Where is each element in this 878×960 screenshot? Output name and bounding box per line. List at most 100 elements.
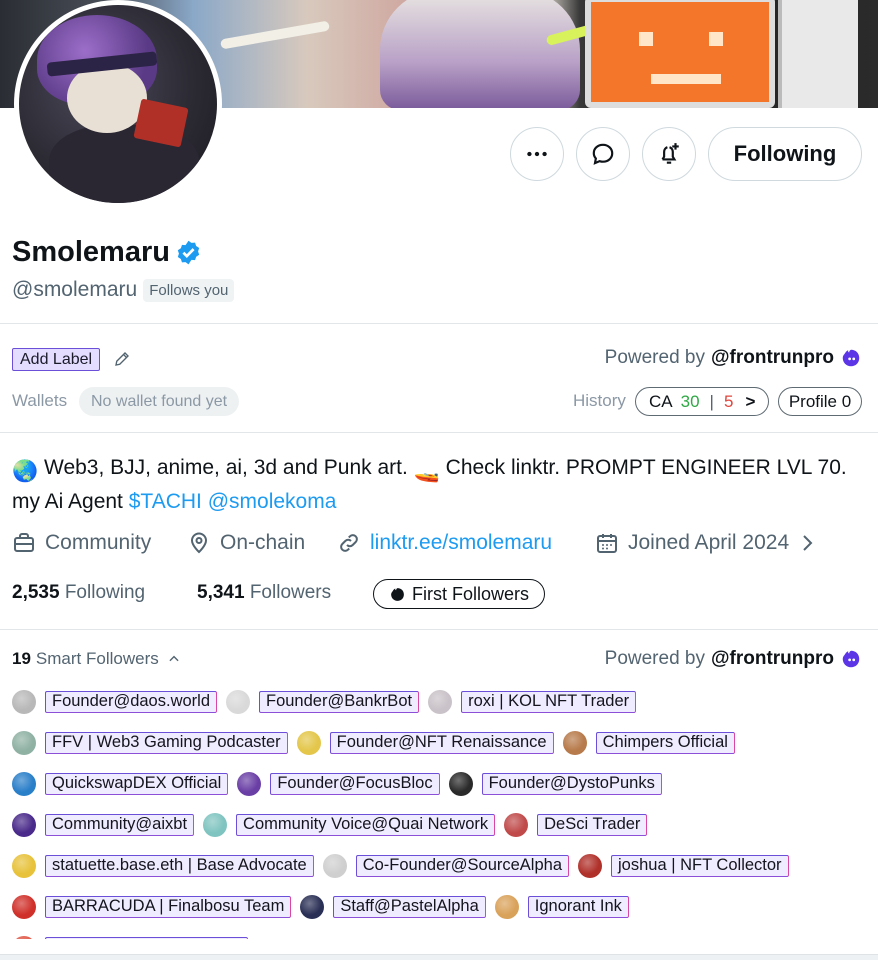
mention-link[interactable]: @smolekoma	[208, 490, 337, 513]
smart-follower-avatar[interactable]	[12, 730, 36, 755]
smart-follower-avatar[interactable]	[494, 894, 519, 919]
smart-follower-avatar[interactable]	[226, 689, 250, 714]
smart-follower-avatar[interactable]	[578, 853, 602, 878]
smart-followers-count: 19	[12, 649, 31, 668]
smart-follower-tag[interactable]: Chimpers Official	[595, 731, 735, 754]
smart-follower-avatar[interactable]	[428, 689, 453, 714]
smart-follower-tag[interactable]: Misterbot | Logo Designer	[45, 936, 248, 939]
location-text: On-chain	[220, 531, 306, 554]
smart-follower-tag[interactable]: Community@aixbt	[45, 813, 195, 836]
smart-follower-avatar[interactable]	[322, 853, 347, 878]
smart-follower-tag[interactable]: DeSci Trader	[537, 813, 648, 836]
smart-follower-avatar[interactable]	[504, 812, 529, 837]
smart-followers-toggle[interactable]: 19 Smart Followers	[12, 649, 181, 669]
powered-by-frontrun[interactable]: Powered by @frontrunpro	[605, 347, 862, 369]
powered-by-frontrun[interactable]: Powered by @frontrunpro	[605, 648, 862, 670]
smart-follower-tag[interactable]: Founder@daos.world	[45, 690, 217, 713]
smart-follower-item[interactable]: joshua | NFT Collector	[578, 853, 789, 878]
smart-follower-item[interactable]: statuette.base.eth | Base Advocate	[12, 853, 314, 878]
smart-follower-tag[interactable]: joshua | NFT Collector	[611, 854, 789, 877]
message-bubble-icon	[592, 143, 614, 165]
smart-follower-row: Community@aixbt Community Voice@Quai Netw…	[12, 804, 872, 845]
smart-follower-avatar[interactable]	[12, 771, 36, 796]
smart-follower-item[interactable]: Founder@daos.world	[12, 689, 217, 714]
profile-avatar[interactable]	[14, 0, 222, 208]
smart-follower-tag[interactable]: BARRACUDA | Finalbosu Team	[45, 895, 292, 918]
smart-follower-avatar[interactable]	[562, 730, 587, 755]
smart-follower-row: FFV | Web3 Gaming Podcaster Founder@NFT R…	[12, 722, 872, 763]
smart-follower-item[interactable]: QuickswapDEX Official	[12, 771, 229, 796]
name-row: Smolemaru	[12, 236, 202, 269]
smart-follower-avatar[interactable]	[12, 689, 36, 714]
following-button[interactable]: Following	[708, 127, 862, 181]
smart-follower-avatar[interactable]	[12, 935, 36, 939]
smart-follower-item[interactable]: Co-Founder@SourceAlpha	[322, 853, 569, 878]
smart-follower-tag[interactable]: Founder@FocusBloc	[270, 772, 440, 795]
smart-follower-avatar[interactable]	[203, 812, 228, 837]
smart-follower-avatar[interactable]	[12, 812, 36, 837]
smart-follower-tag[interactable]: Founder@DystoPunks	[481, 772, 662, 795]
ca-red-count: 5	[723, 391, 734, 411]
smart-follower-avatar[interactable]	[12, 853, 36, 878]
add-label-button[interactable]: Add Label	[12, 348, 101, 371]
smart-follower-avatar[interactable]	[300, 894, 325, 919]
ca-separator: |	[709, 391, 714, 411]
ca-history-pill[interactable]: CA 30 | 5 >	[635, 387, 769, 416]
verified-badge-icon[interactable]	[175, 239, 202, 266]
smart-follower-item[interactable]: Founder@DystoPunks	[448, 771, 662, 796]
smart-follower-tag[interactable]: statuette.base.eth | Base Advocate	[45, 854, 314, 877]
smart-follower-item[interactable]: Community Voice@Quai Network	[203, 812, 496, 837]
website-link[interactable]: linktr.ee/smolemaru	[370, 531, 552, 555]
divider	[0, 323, 878, 324]
smart-follower-item[interactable]: Community@aixbt	[12, 812, 195, 837]
smart-follower-row: Founder@daos.world Founder@BankrBot roxi |…	[12, 681, 872, 722]
smart-follower-tag[interactable]: Ignorant Ink	[527, 895, 629, 918]
smart-follower-item[interactable]: Staff@PastelAlpha	[300, 894, 486, 919]
cashtag-link[interactable]: $TACHI	[129, 490, 202, 513]
handle-row: @smolemaru Follows you	[12, 278, 235, 302]
bio-text-1: Web3, BJJ, anime, ai, 3d and Punk art.	[44, 456, 408, 479]
smart-follower-tag[interactable]: roxi | KOL NFT Trader	[461, 690, 637, 713]
smart-follower-tag[interactable]: Staff@PastelAlpha	[333, 895, 486, 918]
smart-follower-item[interactable]: Misterbot | Logo Designer	[12, 935, 248, 939]
smart-follower-tag[interactable]: QuickswapDEX Official	[45, 772, 229, 795]
briefcase-icon	[14, 533, 34, 552]
smart-follower-tag[interactable]: Founder@BankrBot	[259, 690, 420, 713]
calendar-icon	[597, 534, 617, 553]
smart-follower-item[interactable]: Chimpers Official	[562, 730, 735, 755]
smart-follower-avatar[interactable]	[237, 771, 262, 796]
following-count[interactable]: 2,535 Following	[12, 582, 145, 604]
notify-button[interactable]	[642, 127, 696, 181]
powered-by-label: Powered by	[604, 347, 705, 368]
smart-follower-item[interactable]: roxi | KOL NFT Trader	[428, 689, 637, 714]
link-icon	[340, 534, 358, 552]
smart-follower-row: statuette.base.eth | Base Advocate Co-Fou…	[12, 845, 872, 886]
smart-follower-item[interactable]: BARRACUDA | Finalbosu Team	[12, 894, 292, 919]
smart-follower-item[interactable]: Founder@BankrBot	[226, 689, 420, 714]
message-button[interactable]	[576, 127, 630, 181]
smart-follower-item[interactable]: DeSci Trader	[504, 812, 648, 837]
meta-joined[interactable]: Joined April 2024	[595, 531, 819, 555]
smart-follower-item[interactable]: Founder@FocusBloc	[237, 771, 440, 796]
location-pin-icon	[190, 532, 208, 554]
smart-follower-item[interactable]: FFV | Web3 Gaming Podcaster	[12, 730, 288, 755]
globe-icon: 🌏	[12, 460, 39, 483]
smart-follower-item[interactable]: Founder@NFT Renaissance	[296, 730, 554, 755]
handle: @smolemaru	[12, 278, 138, 301]
smart-follower-avatar[interactable]	[296, 730, 321, 755]
smart-follower-row: Misterbot | Logo Designer	[12, 927, 872, 939]
smart-follower-item[interactable]: Ignorant Ink	[494, 894, 629, 919]
smart-follower-avatar[interactable]	[448, 771, 473, 796]
smart-follower-avatar[interactable]	[12, 894, 36, 919]
more-button[interactable]	[510, 127, 564, 181]
pencil-icon[interactable]	[113, 350, 131, 368]
powered-by-label: Powered by	[604, 648, 705, 669]
followers-count[interactable]: 5,341 Followers	[197, 582, 331, 604]
meta-website[interactable]: linktr.ee/smolemaru	[337, 531, 552, 555]
smart-follower-tag[interactable]: FFV | Web3 Gaming Podcaster	[45, 731, 288, 754]
smart-follower-tag[interactable]: Community Voice@Quai Network	[236, 813, 496, 836]
smart-follower-tag[interactable]: Co-Founder@SourceAlpha	[355, 854, 569, 877]
first-followers-button[interactable]: First Followers	[373, 579, 545, 609]
profile-history-pill[interactable]: Profile 0	[778, 387, 862, 416]
smart-follower-tag[interactable]: Founder@NFT Renaissance	[329, 731, 554, 754]
